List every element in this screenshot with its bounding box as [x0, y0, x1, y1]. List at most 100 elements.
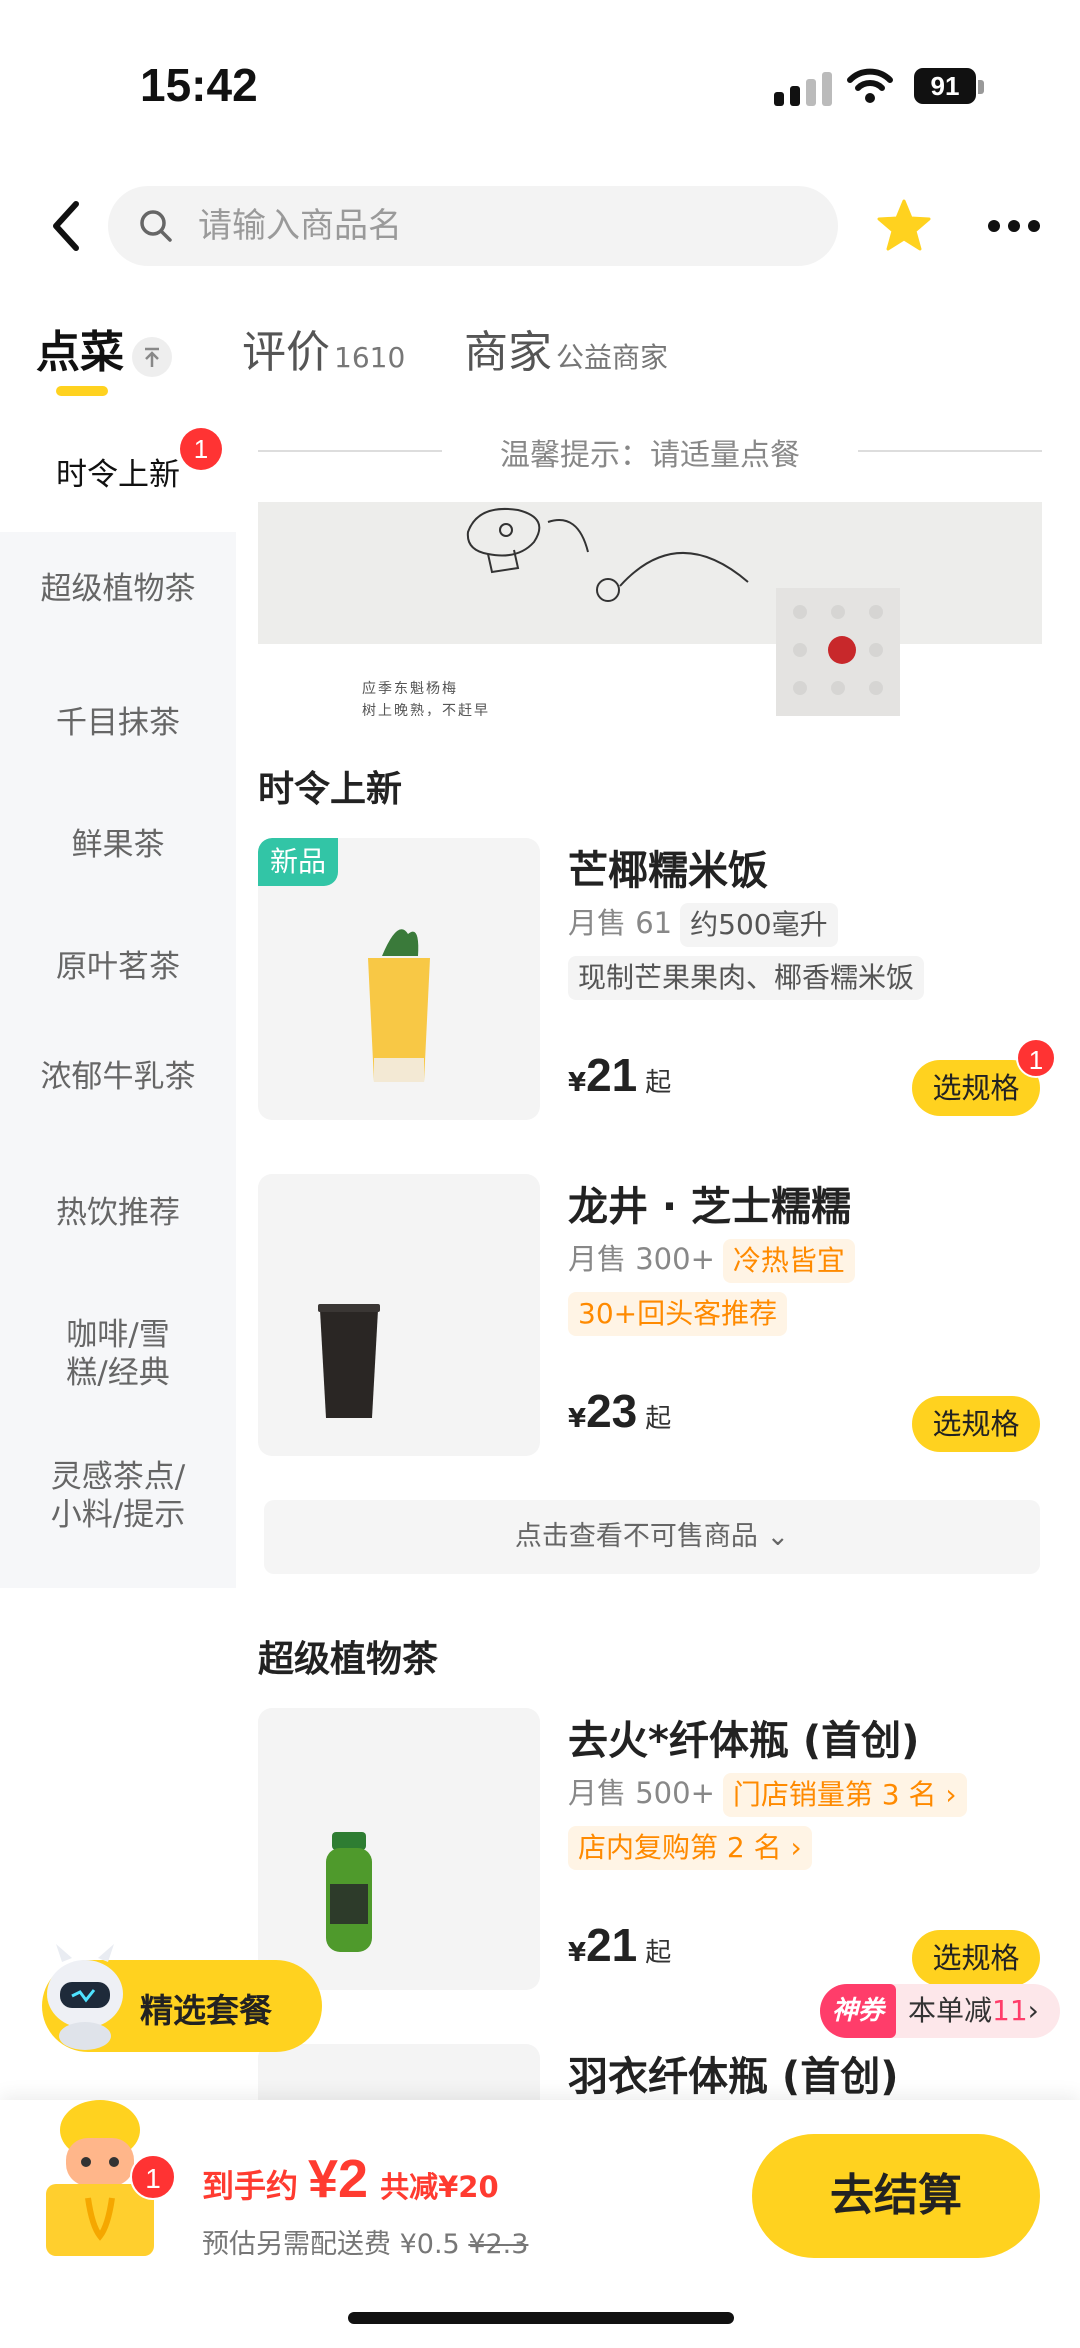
product-repurchase-chip[interactable]: 店内复购第 2 名 › — [568, 1826, 812, 1870]
price-currency: ¥ — [568, 1068, 587, 1098]
price-suffix: 起 — [645, 1068, 672, 1098]
sidebar-item-label: 热饮推荐 — [56, 1195, 180, 1231]
cart-bar: 1 到手约 ¥2 共减¥20 预估另需配送费 ¥0.5 ¥2.3 去结算 — [0, 2100, 1080, 2348]
cart-total: 到手约 ¥2 共减¥20 — [202, 2148, 499, 2210]
product-price: ¥21 起 — [568, 1918, 671, 1972]
combo-meal-button[interactable]: 精选套餐 — [42, 1944, 322, 2052]
product-image[interactable] — [258, 1174, 540, 1456]
favorite-star-icon[interactable] — [876, 198, 932, 254]
product-name: 龙井 · 芝士糯糯 — [568, 1184, 852, 1230]
product-sales: 月售 500+ — [568, 1776, 715, 1810]
banner-tile — [776, 588, 900, 716]
section-title: 时令上新 — [258, 769, 403, 810]
product-name: 芒椰糯米饭 — [568, 848, 768, 894]
search-icon — [140, 210, 172, 242]
price-currency: ¥ — [568, 1404, 587, 1434]
status-time: 15:42 — [140, 59, 258, 111]
sidebar-item-label: 千目抹茶 — [56, 705, 180, 741]
product-image[interactable] — [258, 1708, 540, 1990]
combo-meal-label: 精选套餐 — [140, 1991, 272, 2030]
home-indicator — [348, 2312, 734, 2324]
delivery-fee: 预估另需配送费 ¥0.5 ¥2.3 — [202, 2222, 528, 2261]
tab-reviews[interactable]: 评价 1610 — [242, 316, 405, 380]
coupon-promo-tag[interactable]: 神券 本单减11› — [820, 1984, 1060, 2038]
delivery-fee-original: ¥2.3 — [468, 2229, 529, 2260]
delivery-fee-label: 预估另需配送费 — [202, 2229, 391, 2260]
chevron-right-icon: › — [1027, 1994, 1039, 2027]
pin-top-icon[interactable] — [132, 336, 172, 377]
cart-item-count: 1 — [130, 2154, 176, 2200]
sidebar-item-label: 咖啡/雪糕/经典 — [66, 1317, 170, 1391]
price-suffix: 起 — [645, 1938, 672, 1968]
coupon-value: 11 — [992, 1994, 1028, 2027]
tab-reviews-label: 评价 — [242, 327, 330, 378]
product-meta: 月售 500+ 门店销量第 3 名 › — [568, 1770, 967, 1817]
tab-bar: 点菜 评价 1610 商家 公益商家 — [0, 316, 1080, 406]
product-desc-chip: 现制芒果果肉、椰香糯米饭 — [568, 956, 925, 1000]
sidebar-item-matcha[interactable]: 千目抹茶 — [0, 654, 236, 776]
promo-banner[interactable]: 应季东魁杨梅 树上晚熟，不赶早 — [258, 502, 1042, 716]
price-value: 23 — [586, 1385, 638, 1437]
tab-order[interactable]: 点菜 — [36, 316, 172, 383]
sidebar-item-seasonal[interactable]: 时令上新 1 — [0, 420, 236, 532]
battery-level: 91 — [914, 68, 976, 104]
search-bar[interactable] — [108, 186, 838, 266]
price-currency: ¥ — [568, 1938, 587, 1968]
banner-caption-line: 应季东魁杨梅 — [362, 681, 458, 697]
sidebar-item-coffee[interactable]: 咖啡/雪糕/经典 — [0, 1280, 236, 1440]
product-price: ¥23 起 — [568, 1384, 671, 1438]
view-unavailable-button[interactable]: 点击查看不可售商品 ⌄ — [264, 1500, 1040, 1574]
sidebar-item-milk-tea[interactable]: 浓郁牛乳茶 — [0, 1020, 236, 1160]
product-card[interactable]: 去火*纤体瓶 (首创) 月售 500+ 门店销量第 3 名 › 店内复购第 2 名… — [258, 1708, 1048, 1992]
tab-merchant-label: 商家 — [464, 327, 552, 378]
product-desc-row: 店内复购第 2 名 › — [568, 1826, 812, 1870]
select-spec-button[interactable]: 选规格 — [912, 1930, 1040, 1986]
cart-count-badge: 1 — [1016, 1038, 1056, 1078]
price-suffix: 起 — [645, 1404, 672, 1434]
product-sales: 月售 61 — [568, 906, 673, 940]
product-card[interactable]: 龙井 · 芝士糯糯 月售 300+ 冷热皆宜 30+回头客推荐 ¥23 起 选规格 — [258, 1174, 1048, 1458]
sidebar-item-plant-tea[interactable]: 超级植物茶 — [0, 532, 236, 654]
product-image[interactable]: 新品 — [258, 838, 540, 1120]
section-title: 超级植物茶 — [258, 1639, 439, 1680]
search-input[interactable] — [198, 186, 798, 266]
tip-row: 温馨提示：请适量点餐 — [258, 422, 1042, 478]
checkout-button[interactable]: 去结算 — [752, 2134, 1040, 2258]
new-tag: 新品 — [258, 838, 339, 886]
sidebar-item-label: 浓郁牛乳茶 — [40, 1059, 196, 1095]
sidebar-item-label: 超级植物茶 — [40, 571, 196, 607]
battery-nub — [978, 80, 984, 94]
product-card[interactable]: 羽衣纤体瓶 (首创) — [258, 2044, 1048, 2100]
select-spec-button[interactable]: 选规格 — [912, 1396, 1040, 1452]
cart-total-label: 到手约 — [202, 2167, 299, 2205]
product-volume-chip: 约500毫升 — [680, 903, 838, 947]
tab-merchant-sub: 公益商家 — [556, 341, 669, 374]
sidebar-item-snacks[interactable]: 灵感茶点/小料/提示 — [0, 1440, 236, 1588]
sidebar-item-hot-drinks[interactable]: 热饮推荐 — [0, 1160, 236, 1280]
sidebar-item-label: 灵感茶点/小料/提示 — [50, 1459, 186, 1533]
product-desc-row: 现制芒果果肉、椰香糯米饭 — [568, 956, 925, 1000]
sidebar-item-leaf-tea[interactable]: 原叶茗茶 — [0, 898, 236, 1020]
product-rank-chip[interactable]: 门店销量第 3 名 › — [722, 1773, 967, 1817]
cart-total-amount: ¥2 — [308, 2149, 369, 2209]
more-options-icon[interactable] — [984, 208, 1044, 244]
sidebar-item-fruit-tea[interactable]: 鲜果茶 — [0, 776, 236, 898]
tab-merchant[interactable]: 商家 公益商家 — [464, 316, 668, 380]
banner-illustration — [466, 508, 749, 602]
product-name: 去火*纤体瓶 (首创) — [568, 1718, 920, 1764]
product-recommend-chip: 30+回头客推荐 — [568, 1292, 788, 1336]
banner-caption-line: 树上晚熟，不赶早 — [362, 703, 490, 716]
product-card[interactable]: 新品 芒椰糯米饭 月售 61 约500毫升 现制芒果果肉、椰香糯米饭 ¥21 起 选… — [258, 838, 1056, 1122]
status-bar: 15:42 91 — [0, 0, 1080, 150]
product-image[interactable] — [258, 2044, 540, 2100]
product-meta: 月售 300+ 冷热皆宜 — [568, 1236, 855, 1283]
sidebar-item-label: 鲜果茶 — [71, 827, 165, 863]
product-meta: 月售 61 约500毫升 — [568, 900, 838, 947]
robot-mascot-icon — [47, 1944, 123, 2050]
tab-reviews-count: 1610 — [334, 341, 406, 374]
product-sales: 月售 300+ — [568, 1242, 715, 1276]
product-name: 羽衣纤体瓶 (首创) — [568, 2054, 899, 2100]
coupon-text-label: 本单减 — [908, 1994, 993, 2027]
sidebar-item-badge: 1 — [180, 428, 222, 470]
back-arrow-icon[interactable] — [44, 196, 88, 256]
